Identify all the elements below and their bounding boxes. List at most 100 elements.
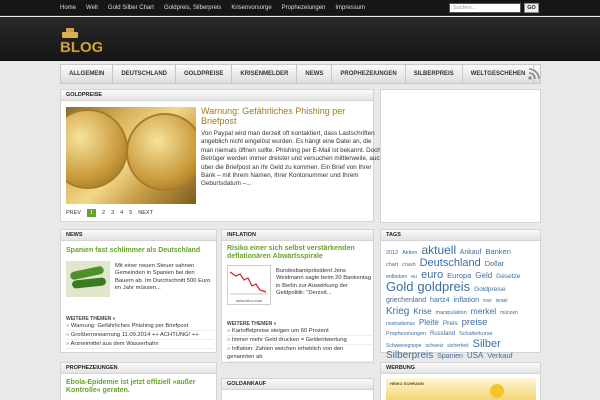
inflation-link-2[interactable]: Immer mehr Geld drucken = Geldentwertung	[227, 336, 372, 345]
werbung-box: WERBUNG HEIKO SCHRANG	[380, 362, 541, 400]
tag-preis[interactable]: Preis	[443, 320, 458, 327]
inflation-article-title[interactable]: Risiko einer sich selbst verstärkenden d…	[227, 245, 373, 261]
tag-2012[interactable]: 2012	[386, 250, 398, 256]
tag-chart[interactable]: chart	[386, 262, 398, 268]
tag-hartz4[interactable]: hartz4	[430, 297, 449, 304]
mainnav-item-silberpreis[interactable]: SILBERPREIS	[406, 65, 463, 83]
mainnav-item-weltgeschehen[interactable]: WELTGESCHEHEN	[463, 65, 535, 83]
featured-article-title[interactable]: Warnung: Gefährliches Phishing per Brief…	[201, 106, 361, 126]
tag-prophezeiungen[interactable]: Prophezeiungen	[386, 331, 426, 337]
tag-goldpreise[interactable]: Goldpreise	[474, 286, 505, 293]
vegetables-image[interactable]	[66, 261, 110, 297]
ad-box	[380, 89, 541, 223]
tag-griechenland[interactable]: griechenland	[386, 297, 426, 304]
tag-ankauf[interactable]: Ankauf	[460, 249, 482, 256]
pager-prev[interactable]: PREV	[66, 210, 81, 216]
topnav-item-7[interactable]: Impressum	[335, 5, 365, 11]
tag-schalterkurse[interactable]: Schalterkurse	[459, 331, 493, 337]
pager-page-2[interactable]: 2	[102, 210, 105, 216]
pager-page-3[interactable]: 3	[111, 210, 114, 216]
inflation-more-list: WEITERE THEMEN » Kartoffelpreise steigen…	[227, 318, 372, 362]
prophezeiungen-box: PROPHEZEIUNGEN Ebola-Epidemie ist jetzt …	[60, 362, 217, 400]
tag-silberpreis[interactable]: Silberpreis	[386, 350, 433, 361]
topnav-item-5[interactable]: Krisenvorsorge	[231, 5, 271, 11]
werbung-heading: WERBUNG	[381, 363, 540, 374]
topnav-item-2[interactable]: Welt	[86, 5, 98, 11]
gold-coins-image[interactable]	[66, 107, 196, 204]
search-go-button[interactable]: GO	[524, 3, 539, 13]
news-link-1[interactable]: Warnung: Gefährliches Phishing per Brief…	[66, 322, 214, 331]
tag-goldpreis[interactable]: goldpreis	[417, 279, 470, 294]
tag-geld[interactable]: Geld	[475, 271, 492, 280]
mainnav-item-allgemein[interactable]: ALLGEMEIN	[61, 65, 114, 83]
tag-aktien[interactable]: Aktien	[402, 250, 417, 256]
tag-nostradamus[interactable]: nostradamus	[386, 321, 415, 327]
tag-schweinegrippe[interactable]: Schweinegrippe	[386, 343, 422, 349]
tag-verkauf[interactable]: Verkauf	[487, 351, 512, 360]
search-input[interactable]: Suchen...	[449, 3, 521, 13]
gold-coin-left	[66, 109, 128, 189]
news-heading: NEWS	[61, 230, 216, 241]
pager-next[interactable]: NEXT	[138, 210, 153, 216]
news-article-title[interactable]: Spanien fast schlimmer als Deutschland	[66, 247, 214, 255]
tag-sicherheit[interactable]: sicherheit	[447, 343, 468, 349]
tag-israel[interactable]: israel	[496, 298, 508, 304]
tag-krise[interactable]: Krise	[413, 307, 431, 316]
pager-page-5[interactable]: 5	[129, 210, 132, 216]
topnav-item-6[interactable]: Prophezeiungen	[282, 5, 326, 11]
gold-coin-right	[126, 113, 196, 191]
tag-deutschland[interactable]: Deutschland	[420, 257, 481, 269]
tag-cloud: 2012 Aktien aktuell Ankauf Banken chart …	[386, 243, 529, 372]
tag-usa[interactable]: USA	[467, 351, 483, 360]
tag-dollar[interactable]: Dollar	[485, 259, 505, 268]
mainnav-item-deutschland[interactable]: DEUTSCHLAND	[113, 65, 177, 83]
tag-iran[interactable]: iran	[483, 298, 491, 304]
tag-preise[interactable]: preise	[462, 317, 488, 328]
site-logo[interactable]: BLOG	[58, 28, 102, 54]
tag-münzen[interactable]: münzen	[500, 310, 518, 316]
tag-silber[interactable]: Silber	[473, 338, 501, 350]
pager-page-1[interactable]: 1	[86, 209, 97, 217]
mainnav-item-prophezeiungen[interactable]: PROPHEZEIUNGEN	[332, 65, 406, 83]
inflation-link-1[interactable]: Kartoffelpreise steigen um 60 Prozent	[227, 327, 372, 336]
chart-source-caption: www.kitco.com	[235, 298, 263, 303]
tag-inflation[interactable]: inflation	[453, 295, 479, 304]
topnav-item-1[interactable]: Home	[60, 5, 76, 11]
prophezeiungen-article-title[interactable]: Ebola-Epidemie ist jetzt offiziell »auße…	[66, 379, 214, 395]
mainnav-item-news[interactable]: NEWS	[297, 65, 333, 83]
topnav-item-4[interactable]: Goldpreis, Silberpreis	[164, 5, 221, 11]
pager-page-4[interactable]: 4	[120, 210, 123, 216]
tag-russland[interactable]: Russland	[430, 331, 455, 337]
mainnav-item-goldpreise[interactable]: GOLDPREISE	[176, 65, 233, 83]
goldankauf-box: GOLDANKAUF	[221, 378, 374, 400]
advertisement-banner[interactable]: HEIKO SCHRANG	[386, 378, 536, 400]
tag-pleite[interactable]: Pleite	[419, 318, 439, 327]
goldpreise-heading: GOLDPREISE	[61, 90, 373, 101]
prophezeiungen-heading: PROPHEZEIUNGEN	[61, 363, 216, 374]
tag-krieg[interactable]: Krieg	[386, 306, 409, 317]
inflation-chart-image[interactable]: www.kitco.com	[227, 265, 271, 305]
inflation-box: INFLATION Risiko einer sich selbst verst…	[221, 229, 374, 363]
logo-text: BLOG	[60, 39, 102, 54]
tag-merkel[interactable]: merkel	[471, 306, 497, 316]
tag-gesetze[interactable]: Gesetze	[496, 273, 520, 280]
tag-spanien[interactable]: Spanien	[437, 353, 463, 360]
inflation-article-excerpt: Bundesbankpräsident Jens Weidmann sagte …	[276, 268, 371, 297]
news-link-3[interactable]: Arzneimittel aus dem Wasserhahn	[66, 340, 214, 349]
featured-article-excerpt: Von Paypal wird man derzeit oft kontakti…	[201, 130, 383, 188]
topnav-item-3[interactable]: Gold Silber Chart	[108, 5, 154, 11]
main-navigation: ALLGEMEIN DEUTSCHLAND GOLDPREISE KRISENMELD…	[60, 64, 541, 84]
tag-crash[interactable]: crash	[402, 262, 415, 268]
mainnav-item-krisenmelder[interactable]: KRISENMELDER	[232, 65, 298, 83]
rss-icon[interactable]	[528, 68, 540, 80]
news-more-list: WEITERE THEMEN » Warnung: Gefährliches P…	[66, 313, 214, 349]
inflation-chart-thumbnail	[229, 271, 268, 295]
tag-manipulation[interactable]: manipulation	[436, 310, 467, 316]
ad-brand-text: HEIKO SCHRANG	[390, 381, 425, 386]
inflation-link-3[interactable]: Inflation: Zahlen weichen erheblich von …	[227, 345, 372, 362]
news-link-2[interactable]: Großterrorwarnung 11.09.2014 ++ ACHTUNG!…	[66, 331, 214, 340]
tag-gold[interactable]: Gold	[386, 279, 413, 294]
tag-schweiz[interactable]: schweiz	[426, 343, 444, 349]
tag-banken[interactable]: Banken	[485, 247, 510, 256]
tag-aktuell[interactable]: aktuell	[421, 243, 456, 257]
